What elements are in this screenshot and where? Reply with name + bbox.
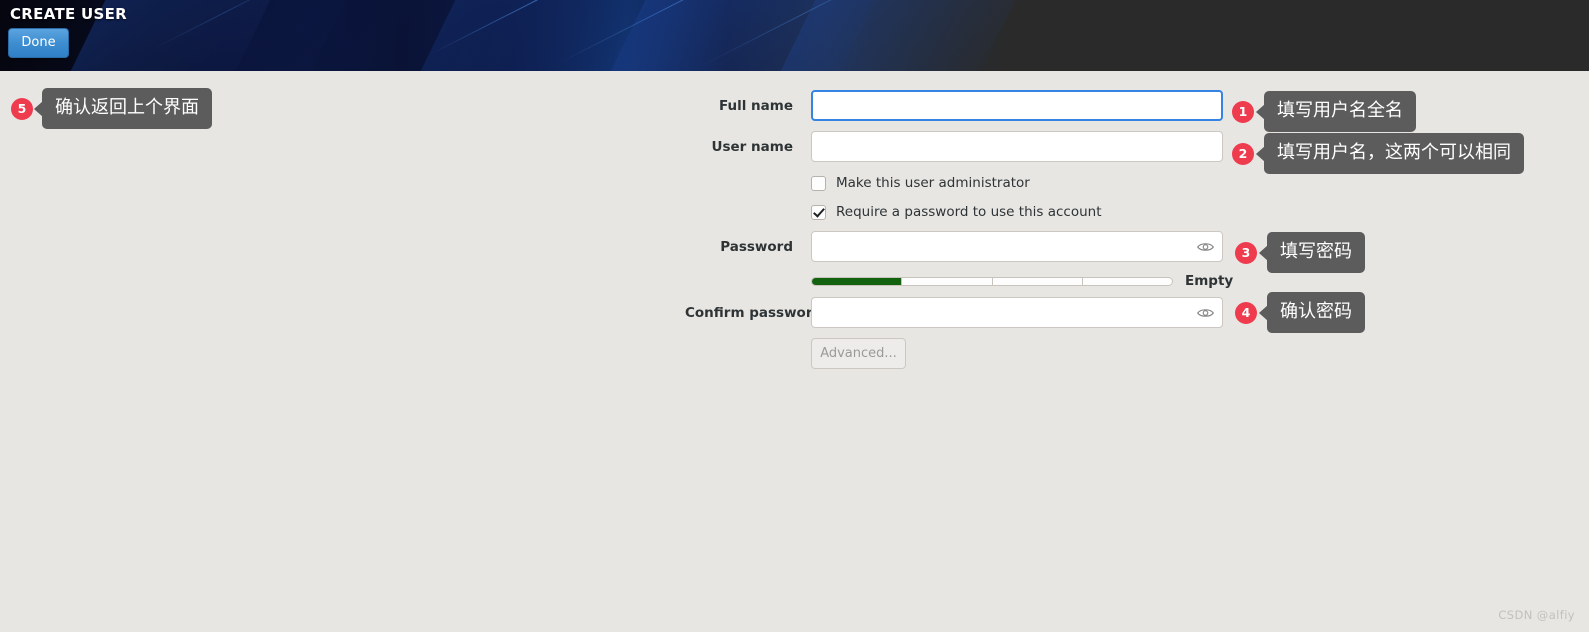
annotation-2: 2 填写用户名，这两个可以相同 xyxy=(1232,133,1524,174)
require-password-row[interactable]: Require a password to use this account xyxy=(811,204,1102,220)
password-input-wrap xyxy=(811,231,1223,262)
annotation-bubble: 填写用户名，这两个可以相同 xyxy=(1264,133,1524,174)
make-admin-label[interactable]: Make this user administrator xyxy=(836,175,1030,191)
password-row: Password xyxy=(685,231,1223,262)
eye-icon[interactable] xyxy=(1197,241,1214,253)
user-name-row: User name xyxy=(685,131,1223,162)
annotation-badge: 1 xyxy=(1232,100,1254,123)
strength-segment xyxy=(1083,278,1172,285)
confirm-password-input-wrap xyxy=(811,297,1223,328)
eye-icon[interactable] xyxy=(1197,307,1214,319)
confirm-password-label: Confirm password xyxy=(685,304,823,321)
full-name-row: Full name xyxy=(685,90,1223,121)
confirm-password-row: Confirm password xyxy=(685,297,1223,328)
full-name-input[interactable] xyxy=(811,90,1223,121)
header-banner: CREATE USER Done xyxy=(0,0,1589,71)
banner-artwork xyxy=(0,0,1030,71)
strength-segment xyxy=(812,277,903,285)
annotation-bubble: 填写密码 xyxy=(1267,232,1365,273)
make-admin-checkbox[interactable] xyxy=(811,175,826,191)
strength-segment xyxy=(902,277,993,285)
confirm-password-input[interactable] xyxy=(811,297,1223,328)
password-strength-text: Empty xyxy=(1185,273,1234,289)
annotation-badge: 3 xyxy=(1235,241,1257,264)
done-button[interactable]: Done xyxy=(8,28,69,58)
annotation-5: 5 确认返回上个界面 xyxy=(11,88,212,129)
annotation-3: 3 填写密码 xyxy=(1235,232,1365,273)
page-title: CREATE USER xyxy=(10,5,128,23)
annotation-badge: 4 xyxy=(1235,301,1257,324)
annotation-bubble: 确认返回上个界面 xyxy=(42,88,212,129)
require-password-label[interactable]: Require a password to use this account xyxy=(836,204,1102,220)
screen: CREATE USER Done Full name User name Mak… xyxy=(0,0,1589,632)
password-input[interactable] xyxy=(811,231,1223,262)
annotation-4: 4 确认密码 xyxy=(1235,292,1365,333)
make-admin-row[interactable]: Make this user administrator xyxy=(811,175,1030,191)
full-name-label: Full name xyxy=(718,97,793,114)
user-name-label: User name xyxy=(711,138,793,155)
user-name-input[interactable] xyxy=(811,131,1223,162)
require-password-checkbox[interactable] xyxy=(811,204,826,220)
advanced-button[interactable]: Advanced... xyxy=(811,338,906,369)
annotation-bubble: 填写用户名全名 xyxy=(1264,91,1416,132)
watermark: CSDN @alfiy xyxy=(1498,608,1575,622)
annotation-badge: 2 xyxy=(1232,142,1254,165)
password-strength-meter xyxy=(811,276,1173,286)
password-strength-row: Empty xyxy=(811,273,1233,289)
password-label: Password xyxy=(720,238,793,255)
annotation-bubble: 确认密码 xyxy=(1267,292,1365,333)
strength-segment xyxy=(993,277,1083,285)
annotation-badge: 5 xyxy=(11,97,33,120)
create-user-form: Full name User name Make this user admin… xyxy=(0,71,1589,632)
annotation-1: 1 填写用户名全名 xyxy=(1232,91,1416,132)
